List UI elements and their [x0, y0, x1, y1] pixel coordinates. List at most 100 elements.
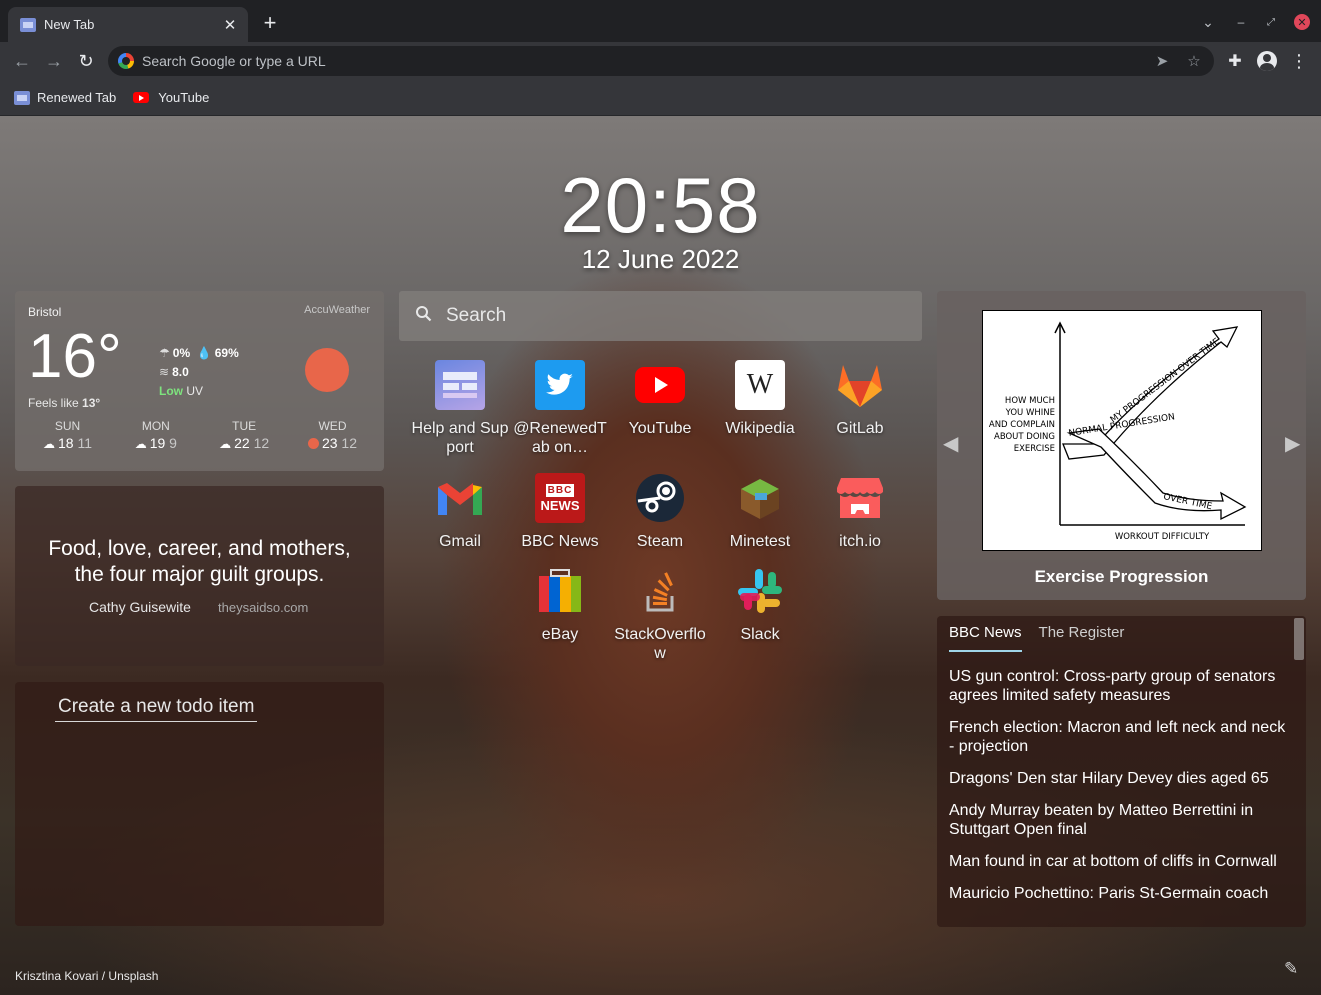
forecast-low: 11 [77, 435, 92, 451]
pencil-edit-icon[interactable]: ✎ [1284, 959, 1298, 979]
comic-ylabel: EXERCISE [1014, 444, 1055, 454]
news-feed-widget: BBC News The Register US gun control: Cr… [937, 616, 1306, 927]
quote-text: Food, love, career, and mothers, the fou… [48, 537, 351, 586]
forecast-high: 22 [234, 435, 250, 451]
gitlab-icon [835, 360, 885, 410]
tab-the-register[interactable]: The Register [1039, 624, 1125, 652]
shortcut-help-support[interactable]: Help and Support [410, 360, 510, 457]
maximize-icon[interactable]: ⤢ [1264, 12, 1278, 32]
gmail-icon [435, 473, 485, 523]
feed-item[interactable]: Dragons' Den star Hilary Devey dies aged… [949, 769, 1289, 788]
search-bar[interactable] [399, 291, 922, 341]
twitter-icon [535, 360, 585, 410]
bbc-news-icon: BBC NEWS [535, 473, 585, 523]
shortcut-gitlab[interactable]: GitLab [810, 360, 910, 438]
search-input[interactable] [446, 305, 906, 327]
extensions-puzzle-icon[interactable]: ✚ [1223, 49, 1247, 73]
forecast-high: 19 [149, 435, 166, 451]
shortcut-label: Minetest [729, 533, 791, 550]
reload-icon[interactable]: ↻ [74, 49, 98, 73]
renewed-tab-icon [20, 17, 36, 32]
sun-icon [307, 438, 319, 449]
comic-ylabel: ABOUT DOING [994, 432, 1055, 442]
search-icon [415, 305, 432, 327]
shortcut-slack[interactable]: Slack [710, 566, 810, 644]
shortcut-label: BBC News [521, 533, 599, 550]
new-tab-button[interactable]: + [258, 10, 282, 35]
shortcut-gmail[interactable]: Gmail [410, 473, 510, 551]
quote-source-link[interactable]: theysaidso.com [218, 600, 308, 615]
feed-scrollbar[interactable] [1294, 616, 1304, 927]
bookmark-star-icon[interactable]: ☆ [1182, 49, 1206, 73]
partly-cloudy-icon: ☁ [42, 437, 55, 451]
feed-item[interactable]: Andy Murray beaten by Matteo Berrettini … [949, 801, 1289, 839]
back-arrow-icon[interactable]: ← [10, 49, 34, 73]
comic-ylabel: YOU WHINE [1005, 408, 1055, 418]
shortcut-itchio[interactable]: itch.io [810, 473, 910, 551]
forward-arrow-icon[interactable]: → [42, 49, 66, 73]
photo-author[interactable]: Krisztina Kovari [15, 969, 98, 983]
weather-forecast: SUN ☁ 18 11 MON ☁ 19 9 TUE ☁ 22 12 WED 23 1… [25, 419, 375, 451]
shortcut-stackoverflow[interactable]: StackOverflow [610, 566, 710, 663]
shortcut-minetest[interactable]: Minetest [710, 473, 810, 551]
feed-list: US gun control: Cross-party group of sen… [949, 667, 1289, 916]
forecast-low: 9 [169, 435, 177, 451]
wind-icon: ≋ [159, 365, 170, 379]
next-arrow-icon[interactable]: ▶ [1285, 431, 1300, 456]
forecast-day-name: TUE [232, 419, 257, 433]
feels-like-value: 13° [82, 396, 101, 410]
forecast-high: 18 [57, 435, 74, 451]
forecast-day: WED 23 12 [290, 419, 375, 451]
quote-widget: Food, love, career, and mothers, the fou… [15, 486, 384, 666]
minimize-icon[interactable]: – [1234, 12, 1248, 32]
omnibox[interactable]: ➤ ☆ [108, 46, 1214, 76]
shortcut-twitter[interactable]: @RenewedTab on… [510, 360, 610, 457]
forecast-day: MON ☁ 19 9 [113, 419, 198, 451]
xkcd-comic-image[interactable]: HOW MUCH YOU WHINE AND COMPLAIN ABOUT DO… [982, 310, 1262, 551]
slack-icon [735, 566, 785, 616]
feed-item[interactable]: US gun control: Cross-party group of sen… [949, 667, 1289, 705]
shortcut-steam[interactable]: Steam [610, 473, 710, 551]
window-close-icon[interactable]: ✕ [1294, 14, 1310, 30]
feed-item[interactable]: French election: Macron and left neck an… [949, 718, 1289, 756]
send-tab-icon[interactable]: ➤ [1150, 49, 1174, 73]
previous-arrow-icon[interactable]: ◀ [943, 431, 958, 456]
google-icon [118, 53, 134, 69]
photo-credit[interactable]: Krisztina Kovari / Unsplash [15, 969, 158, 983]
tab-bbc-news[interactable]: BBC News [949, 624, 1022, 652]
profile-avatar-icon[interactable] [1255, 49, 1279, 73]
feed-item[interactable]: Man found in car at bottom of cliffs in … [949, 852, 1289, 871]
weather-temperature: 16° [28, 322, 122, 391]
shortcut-bbc-news[interactable]: BBC NEWS BBC News [510, 473, 610, 551]
shortcut-label: @RenewedTab on… [513, 420, 607, 456]
shortcut-label: eBay [541, 626, 579, 643]
humidity-drop-icon: 💧 [196, 346, 212, 360]
shortcut-label: YouTube [628, 420, 692, 437]
steam-icon [635, 473, 685, 523]
bookmark-renewed-tab[interactable]: Renewed Tab [14, 90, 116, 105]
todo-widget [15, 682, 384, 926]
weather-provider[interactable]: AccuWeather [304, 304, 370, 316]
comic-ylabel: AND COMPLAIN [989, 420, 1055, 430]
shortcut-youtube[interactable]: YouTube [610, 360, 710, 438]
forecast-day: SUN ☁ 18 11 [25, 419, 110, 451]
close-icon[interactable]: ✕ [222, 17, 238, 34]
shortcut-ebay[interactable]: eBay [510, 566, 610, 644]
bookmark-youtube[interactable]: YouTube [133, 90, 209, 105]
forecast-low: 12 [253, 435, 270, 451]
shortcut-wikipedia[interactable]: W Wikipedia [710, 360, 810, 438]
menu-kebab-icon[interactable]: ⋮ [1287, 49, 1311, 73]
weather-stats: ☂ 0% 💧 69% ≋ 8.0 Low UV [159, 344, 239, 401]
help-support-icon [435, 360, 485, 410]
clock-time: 20:58 [560, 161, 761, 249]
photo-site[interactable]: Unsplash [108, 969, 158, 983]
humidity-value: 69% [214, 346, 239, 360]
feed-item[interactable]: Mauricio Pochettino: Paris St-Germain co… [949, 884, 1289, 903]
feed-tabs: BBC News The Register [949, 624, 1141, 652]
scroll-thumb[interactable] [1294, 618, 1304, 660]
omnibox-input[interactable] [142, 53, 1042, 69]
tab-new-tab[interactable]: New Tab ✕ [8, 7, 248, 42]
tab-search-icon[interactable]: ⌄ [1199, 12, 1217, 32]
todo-input[interactable] [55, 692, 257, 722]
youtube-icon [635, 360, 685, 410]
